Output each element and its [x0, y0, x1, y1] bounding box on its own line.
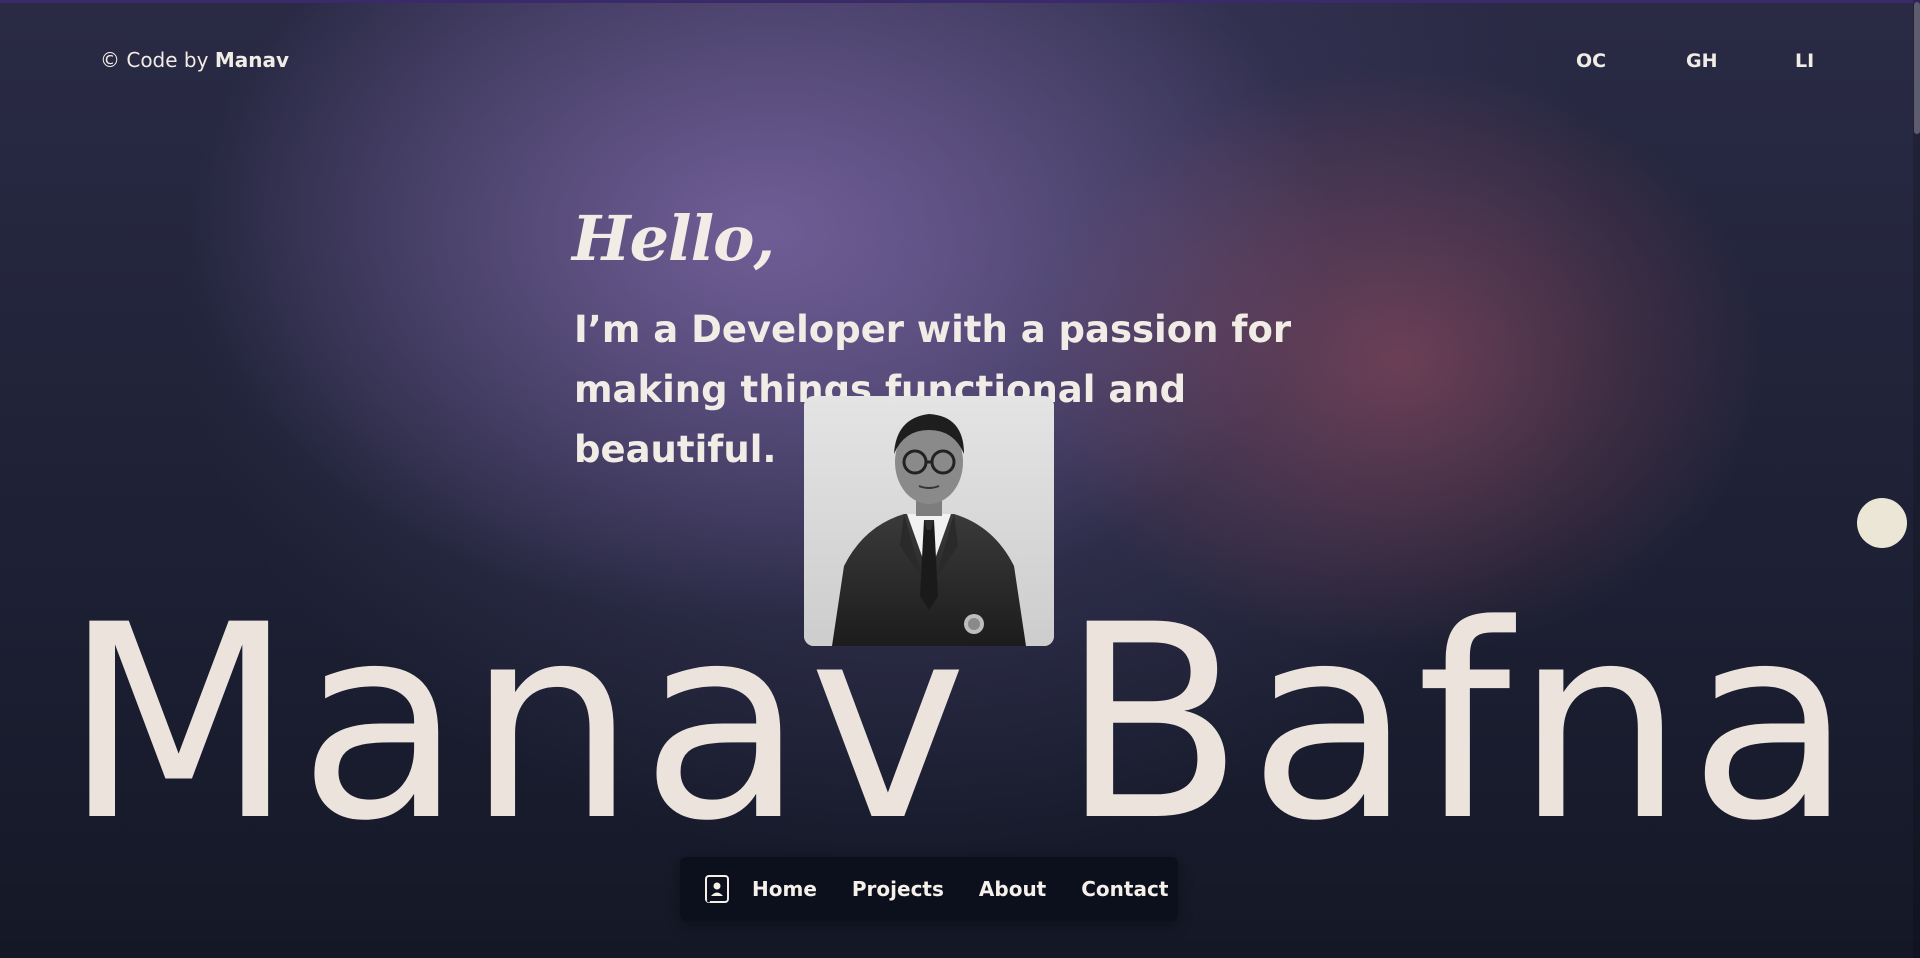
- nav-link-home[interactable]: Home: [752, 877, 817, 901]
- nav-link-about[interactable]: About: [979, 877, 1046, 901]
- hero-tagline-line-1: I’m a Developer with a passion for: [574, 308, 1292, 351]
- copyright-name: Manav: [214, 48, 289, 72]
- social-link-oc[interactable]: OC: [1576, 50, 1606, 72]
- top-accent-line: [0, 0, 1920, 3]
- social-link-li[interactable]: LI: [1795, 50, 1814, 72]
- profile-photo-image: [804, 396, 1054, 646]
- nav-link-projects[interactable]: Projects: [852, 877, 944, 901]
- hero-greeting: Hello,: [572, 202, 775, 275]
- contact-card-icon[interactable]: [704, 874, 730, 904]
- bottom-nav-dock: Home Projects About Contact: [680, 857, 1178, 921]
- social-link-gh[interactable]: GH: [1686, 50, 1718, 72]
- page-scrollbar[interactable]: [1913, 0, 1920, 958]
- nav-link-contact[interactable]: Contact: [1081, 877, 1168, 901]
- portfolio-page: © Code by Manav OC GH LI Hello, I’m a De…: [0, 0, 1920, 958]
- scrollbar-thumb[interactable]: [1914, 2, 1920, 134]
- site-copyright[interactable]: © Code by Manav: [100, 48, 289, 72]
- profile-photo: [804, 396, 1054, 646]
- copyright-prefix: © Code by: [100, 48, 215, 72]
- floating-circle-button[interactable]: [1857, 498, 1907, 548]
